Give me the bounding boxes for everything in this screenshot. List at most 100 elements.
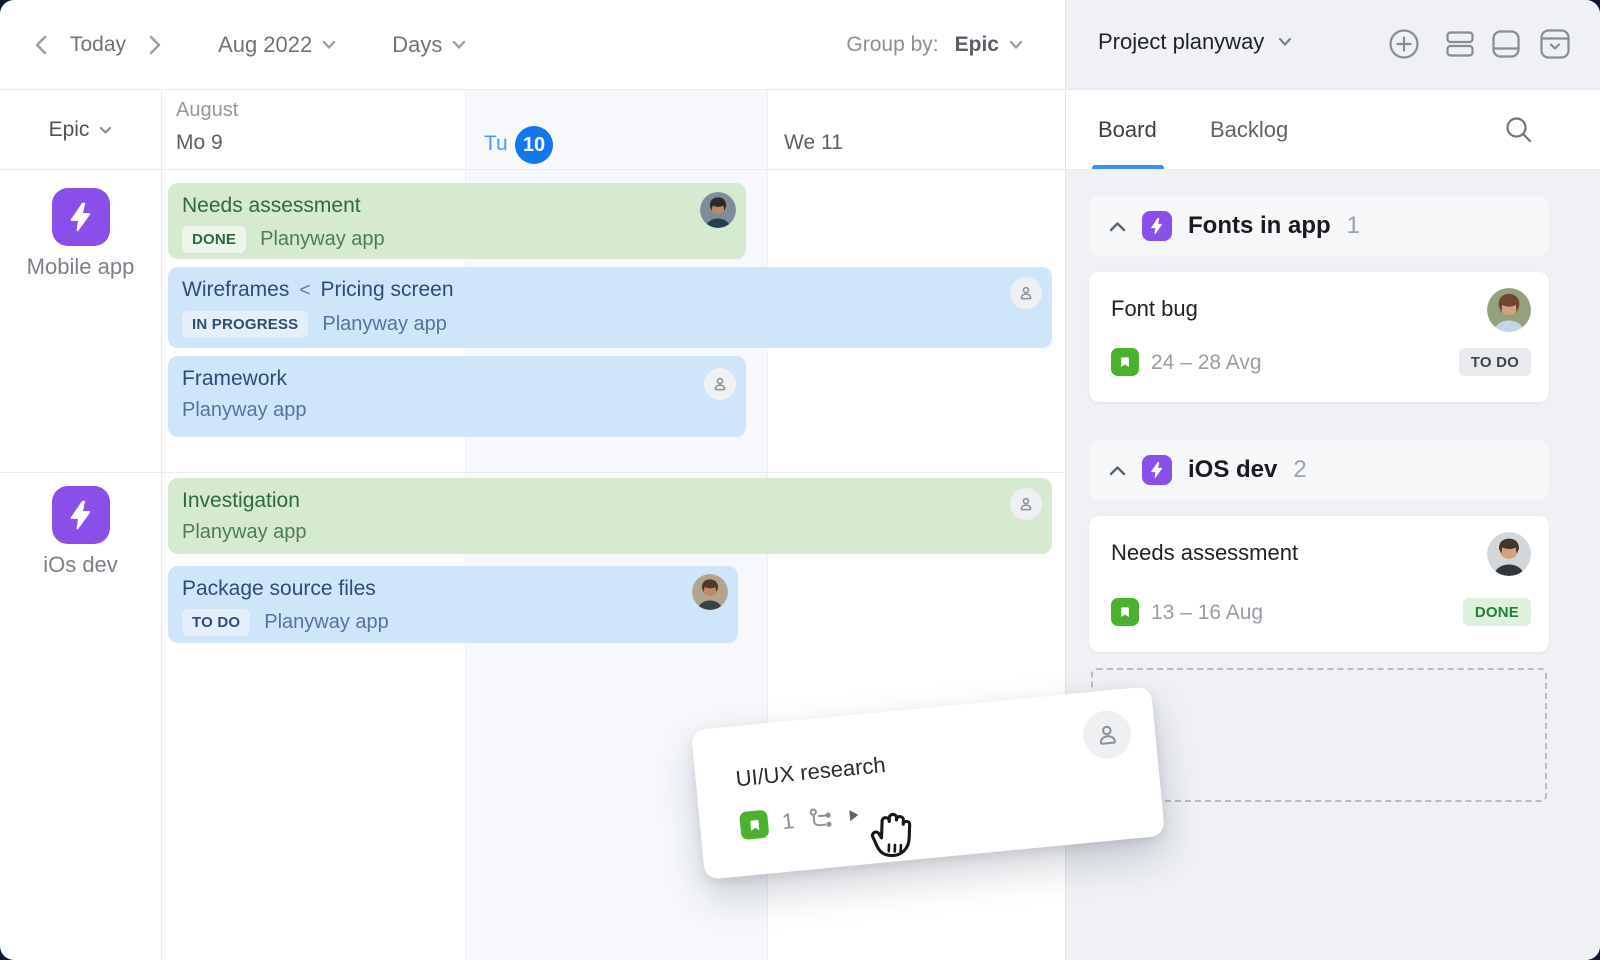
assignee-placeholder-icon[interactable] <box>1010 488 1042 520</box>
next-arrow-icon[interactable] <box>144 30 166 60</box>
avatar <box>700 192 736 228</box>
card-title: Font bug <box>1111 296 1198 322</box>
epic-lightning-icon <box>1142 455 1172 485</box>
epic-group-selector-label: Epic <box>49 118 90 142</box>
event-framework[interactable]: Framework Planyway app <box>168 356 746 437</box>
event-title-linked: Pricing screen <box>320 278 453 301</box>
panel-header: Project planyway <box>1066 0 1600 90</box>
day-label-we11[interactable]: We 11 <box>784 131 843 155</box>
tab-backlog[interactable]: Backlog <box>1210 117 1288 143</box>
group-by-value: Epic <box>955 33 999 57</box>
event-package-source-files[interactable]: Package source files TO DO Planyway app <box>168 566 738 643</box>
avatar <box>1487 532 1531 576</box>
search-icon[interactable] <box>1503 114 1535 151</box>
avatar <box>692 574 728 610</box>
bookmark-icon <box>739 810 770 841</box>
card-status-badge: TO DO <box>1459 348 1531 376</box>
today-button[interactable]: Today <box>70 33 126 57</box>
card-dates: 13 – 16 Aug <box>1151 601 1263 625</box>
view-scale-label: Days <box>392 32 442 58</box>
avatar <box>1487 288 1531 332</box>
tab-board[interactable]: Board <box>1098 117 1157 143</box>
chevron-up-icon[interactable] <box>1109 221 1126 232</box>
event-project-label: Planyway app <box>264 611 389 634</box>
group-by-label: Group by: <box>846 33 938 57</box>
board-group-ios-dev[interactable]: iOS dev 2 <box>1089 440 1549 500</box>
board-group-title: Fonts in app <box>1188 212 1331 240</box>
epic-column-divider <box>161 90 162 960</box>
calendar-header: Epic August Mo 9 Tu 10 We 11 <box>0 90 1065 170</box>
chevron-down-icon <box>452 40 466 50</box>
calendar-toolbar: Today Aug 2022 Days Group by: Epic <box>0 0 1065 90</box>
add-card-button[interactable] <box>1388 28 1420 65</box>
assignee-placeholder-icon[interactable] <box>704 368 736 400</box>
event-status-badge: DONE <box>182 226 246 253</box>
event-title: Needs assessment <box>182 192 732 220</box>
grab-hand-cursor <box>861 805 921 874</box>
row-divider <box>0 472 1065 473</box>
event-wireframes[interactable]: Wireframes < Pricing screen IN PROGRESS Pl… <box>168 267 1052 348</box>
epic-row-mobile-app[interactable]: Mobile app <box>0 188 161 280</box>
panel-bottom-view-icon[interactable] <box>1491 29 1521 64</box>
event-title: Investigation <box>182 487 1038 515</box>
assignee-placeholder-icon[interactable] <box>1010 277 1042 309</box>
split-rows-view-icon[interactable] <box>1445 30 1475 63</box>
event-investigation[interactable]: Investigation Planyway app <box>168 478 1052 554</box>
chevron-up-icon[interactable] <box>1109 465 1126 476</box>
link-separator-icon: < <box>299 280 310 301</box>
event-title: Package source files <box>182 575 724 603</box>
panel-tabs: Board Backlog <box>1066 90 1600 170</box>
month-selector-label: Aug 2022 <box>218 32 312 58</box>
day-label-tu[interactable]: Tu <box>484 132 508 156</box>
board-group-count: 1 <box>1347 212 1360 240</box>
bookmark-icon <box>1111 348 1139 376</box>
event-project-label: Planyway app <box>182 521 307 544</box>
today-date-badge[interactable]: 10 <box>515 126 553 164</box>
board-card-font-bug[interactable]: Font bug 24 – 28 Avg TO DO <box>1089 272 1549 402</box>
epic-lightning-icon <box>52 486 110 544</box>
day-label-mo9[interactable]: Mo 9 <box>176 131 223 155</box>
event-status-badge: TO DO <box>182 609 250 636</box>
event-status-badge: IN PROGRESS <box>182 311 308 338</box>
chevron-down-icon <box>99 126 112 135</box>
event-title-main: Wireframes <box>182 278 289 301</box>
card-title: Needs assessment <box>1111 540 1298 566</box>
event-title: Wireframes < Pricing screen <box>182 276 1038 305</box>
subtasks-branch-icon <box>807 805 835 831</box>
month-label: August <box>176 99 238 122</box>
view-scale-selector[interactable]: Days <box>392 32 466 58</box>
project-selector[interactable]: Project planyway <box>1098 29 1292 55</box>
board-group-fonts-in-app[interactable]: Fonts in app 1 <box>1089 196 1549 256</box>
chevron-down-icon <box>1278 37 1292 47</box>
chevron-down-icon <box>1009 40 1023 50</box>
prev-arrow-icon[interactable] <box>30 30 52 60</box>
bookmark-icon <box>1111 598 1139 626</box>
active-tab-underline <box>1092 165 1164 169</box>
epic-lightning-icon <box>52 188 110 246</box>
epic-lightning-icon <box>1142 211 1172 241</box>
epic-row-label: iOs dev <box>0 552 161 578</box>
epic-row-ios-dev[interactable]: iOs dev <box>0 486 161 578</box>
event-needs-assessment[interactable]: Needs assessment DONE Planyway app <box>168 183 746 259</box>
event-project-label: Planyway app <box>322 313 447 336</box>
card-dates: 24 – 28 Avg <box>1151 351 1262 375</box>
event-project-label: Planyway app <box>260 228 385 251</box>
epic-group-selector[interactable]: Epic <box>0 118 161 142</box>
board-group-count: 2 <box>1293 456 1306 484</box>
group-by-selector[interactable]: Group by: Epic <box>846 33 1023 57</box>
board-group-title: iOS dev <box>1188 456 1277 484</box>
epic-row-label: Mobile app <box>0 254 161 280</box>
expand-arrow-icon[interactable] <box>847 808 860 823</box>
card-title: UI/UX research <box>735 752 887 792</box>
assignee-placeholder-icon[interactable] <box>1081 708 1133 760</box>
card-status-badge: DONE <box>1463 598 1531 626</box>
card-count: 1 <box>781 808 796 835</box>
collapse-panel-icon[interactable] <box>1539 28 1571 65</box>
project-title: Project planyway <box>1098 29 1264 55</box>
event-project-label: Planyway app <box>182 399 307 422</box>
app-window: Today Aug 2022 Days Group by: Epic Epic … <box>0 0 1600 960</box>
month-selector[interactable]: Aug 2022 <box>218 32 336 58</box>
board-card-needs-assessment[interactable]: Needs assessment 13 – 16 Aug DONE <box>1089 516 1549 652</box>
event-title: Framework <box>182 365 732 393</box>
chevron-down-icon <box>322 40 336 50</box>
